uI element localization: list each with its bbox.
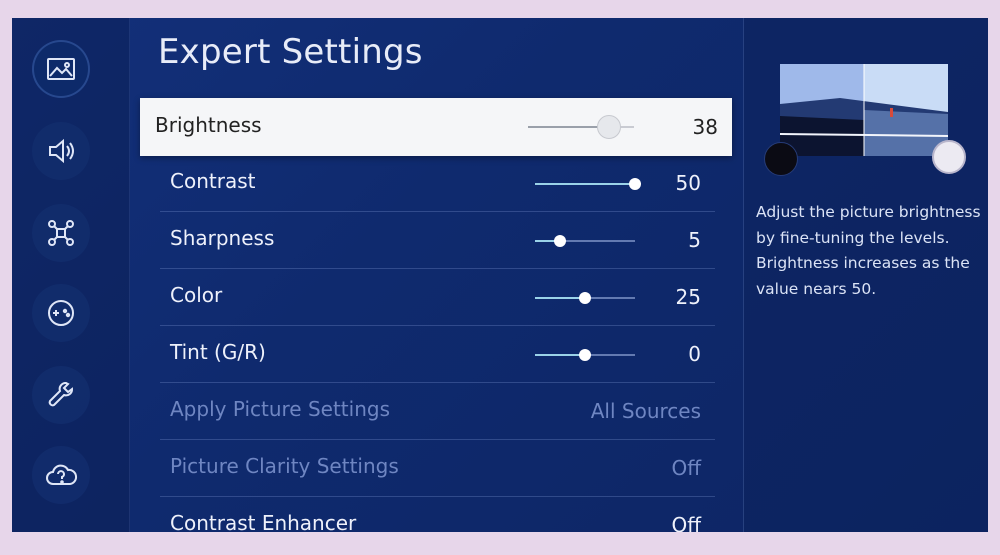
connection-icon[interactable] <box>32 204 90 262</box>
category-sidebar <box>12 18 130 532</box>
info-panel: Adjust the picture brightness by fine-tu… <box>743 18 988 532</box>
page-title: Expert Settings <box>158 32 423 72</box>
picture-clarity-settings-label: Picture Clarity Settings <box>170 454 399 478</box>
color-value: 25 <box>675 285 701 309</box>
settings-panel: Expert Settings Brightness 38 Contrast 5… <box>130 18 742 532</box>
contrast-slider-knob[interactable] <box>629 178 641 190</box>
sharpness-label: Sharpness <box>170 226 275 250</box>
color-row[interactable]: Color 25 <box>160 269 715 326</box>
sharpness-value: 5 <box>688 228 701 252</box>
brightness-preview-image <box>780 64 948 156</box>
tint-label: Tint (G/R) <box>170 340 266 364</box>
contrast-value: 50 <box>675 171 701 195</box>
color-slider[interactable] <box>535 292 635 304</box>
contrast-enhancer-label: Contrast Enhancer <box>170 511 357 532</box>
light-level-indicator <box>932 140 966 174</box>
contrast-slider[interactable] <box>535 178 641 190</box>
help-cloud-icon[interactable] <box>32 446 90 504</box>
picture-icon[interactable] <box>32 40 90 98</box>
tint-slider[interactable] <box>535 349 635 361</box>
sharpness-row[interactable]: Sharpness 5 <box>160 212 715 269</box>
sharpness-slider-knob[interactable] <box>554 235 566 247</box>
tint-slider-fill <box>535 354 585 356</box>
apply-picture-settings-label: Apply Picture Settings <box>170 397 390 421</box>
brightness-slider[interactable] <box>528 115 634 139</box>
contrast-label: Contrast <box>170 169 256 193</box>
wrench-icon[interactable] <box>32 366 90 424</box>
tv-screen: Expert Settings Brightness 38 Contrast 5… <box>12 18 988 532</box>
brightness-row[interactable]: Brightness 38 <box>140 98 732 156</box>
contrast-enhancer-value: Off <box>671 513 701 532</box>
dark-level-indicator <box>764 142 798 176</box>
contrast-row[interactable]: Contrast 50 <box>160 155 715 212</box>
apply-picture-settings-value: All Sources <box>590 399 701 423</box>
picture-clarity-settings-value: Off <box>671 456 701 480</box>
sound-icon[interactable] <box>32 122 90 180</box>
brightness-slider-knob[interactable] <box>596 115 621 139</box>
color-slider-knob[interactable] <box>579 292 591 304</box>
color-label: Color <box>170 283 223 307</box>
brightness-value: 38 <box>692 115 718 139</box>
setting-description: Adjust the picture brightness by fine-tu… <box>756 203 981 298</box>
tint-slider-knob[interactable] <box>579 349 591 361</box>
game-controller-icon[interactable] <box>32 284 90 342</box>
color-slider-fill <box>535 297 585 299</box>
apply-picture-settings-row[interactable]: Apply Picture Settings All Sources <box>160 383 715 440</box>
sharpness-slider[interactable] <box>535 235 635 247</box>
picture-clarity-settings-row[interactable]: Picture Clarity Settings Off <box>160 440 715 497</box>
tint-row[interactable]: Tint (G/R) 0 <box>160 326 715 383</box>
contrast-enhancer-row[interactable]: Contrast Enhancer Off <box>160 497 715 532</box>
brightness-label: Brightness <box>155 113 262 137</box>
tint-value: 0 <box>688 342 701 366</box>
contrast-slider-fill <box>535 183 635 185</box>
